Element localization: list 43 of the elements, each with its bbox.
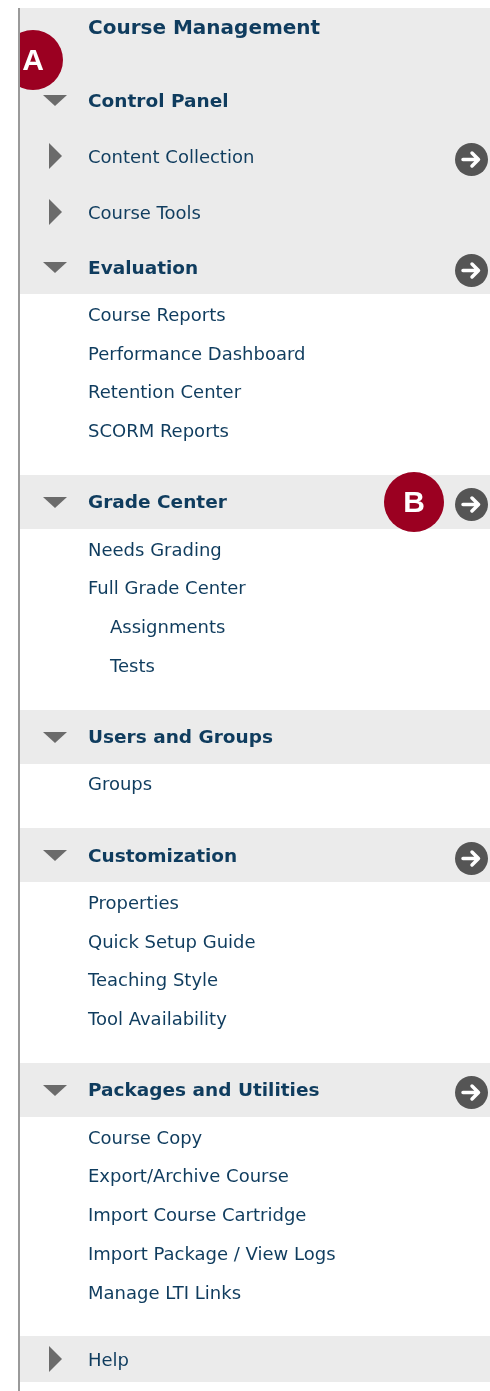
caret-down-icon[interactable]: [43, 848, 67, 863]
menu-link[interactable]: Retention Center: [88, 381, 242, 403]
menu-link[interactable]: Course Copy: [88, 1126, 203, 1148]
caret-down-icon[interactable]: [43, 729, 67, 744]
section-heading[interactable]: Grade Center: [88, 491, 227, 513]
menu-link[interactable]: Import Package / View Logs: [88, 1242, 336, 1264]
arrow-circle-icon[interactable]: [455, 841, 488, 875]
arrow-circle-icon[interactable]: [455, 142, 488, 176]
menu-link[interactable]: Teaching Style: [88, 969, 219, 991]
menu-link[interactable]: Tool Availability: [88, 1008, 227, 1030]
menu-link[interactable]: Import Course Cartridge: [88, 1204, 307, 1226]
arrow-circle-icon[interactable]: [455, 488, 488, 522]
menu-link[interactable]: Performance Dashboard: [88, 342, 306, 364]
menu-link[interactable]: Course Reports: [88, 303, 226, 325]
caret-right-icon[interactable]: [48, 1346, 62, 1373]
section-heading[interactable]: Packages and Utilities: [88, 1079, 320, 1101]
menu-link[interactable]: Assignments: [110, 615, 226, 637]
section-heading[interactable]: Customization: [88, 844, 238, 866]
menu-link[interactable]: Tests: [110, 654, 155, 676]
arrow-circle-icon[interactable]: [455, 253, 488, 287]
caret-right-icon[interactable]: [48, 199, 62, 225]
arrow-circle-icon[interactable]: [455, 1076, 488, 1110]
caret-down-icon[interactable]: [43, 494, 67, 509]
panel-title: Course Management: [88, 15, 321, 39]
menu-item[interactable]: Content Collection: [88, 145, 255, 167]
menu-link[interactable]: Manage LTI Links: [88, 1281, 242, 1303]
section-heading[interactable]: Users and Groups: [88, 726, 273, 747]
menu-heading[interactable]: Control Panel: [88, 89, 229, 111]
menu-link[interactable]: Full Grade Center: [88, 577, 246, 599]
menu-link[interactable]: Needs Grading: [88, 538, 222, 560]
caret-down-icon[interactable]: [43, 260, 67, 274]
menu-item[interactable]: Help: [88, 1348, 130, 1370]
menu-link[interactable]: Properties: [88, 892, 179, 914]
menu-item[interactable]: Course Tools: [88, 201, 201, 223]
menu-link[interactable]: SCORM Reports: [88, 419, 229, 441]
caret-right-icon[interactable]: [48, 143, 62, 169]
menu-link[interactable]: Quick Setup Guide: [88, 930, 256, 952]
section-heading[interactable]: Evaluation: [88, 256, 199, 278]
menu-link[interactable]: Groups: [88, 773, 153, 795]
menu-link[interactable]: Export/Archive Course: [88, 1165, 289, 1187]
caret-down-icon[interactable]: [43, 93, 67, 107]
caret-down-icon[interactable]: [43, 1082, 67, 1097]
callout-badge: B: [384, 471, 444, 532]
